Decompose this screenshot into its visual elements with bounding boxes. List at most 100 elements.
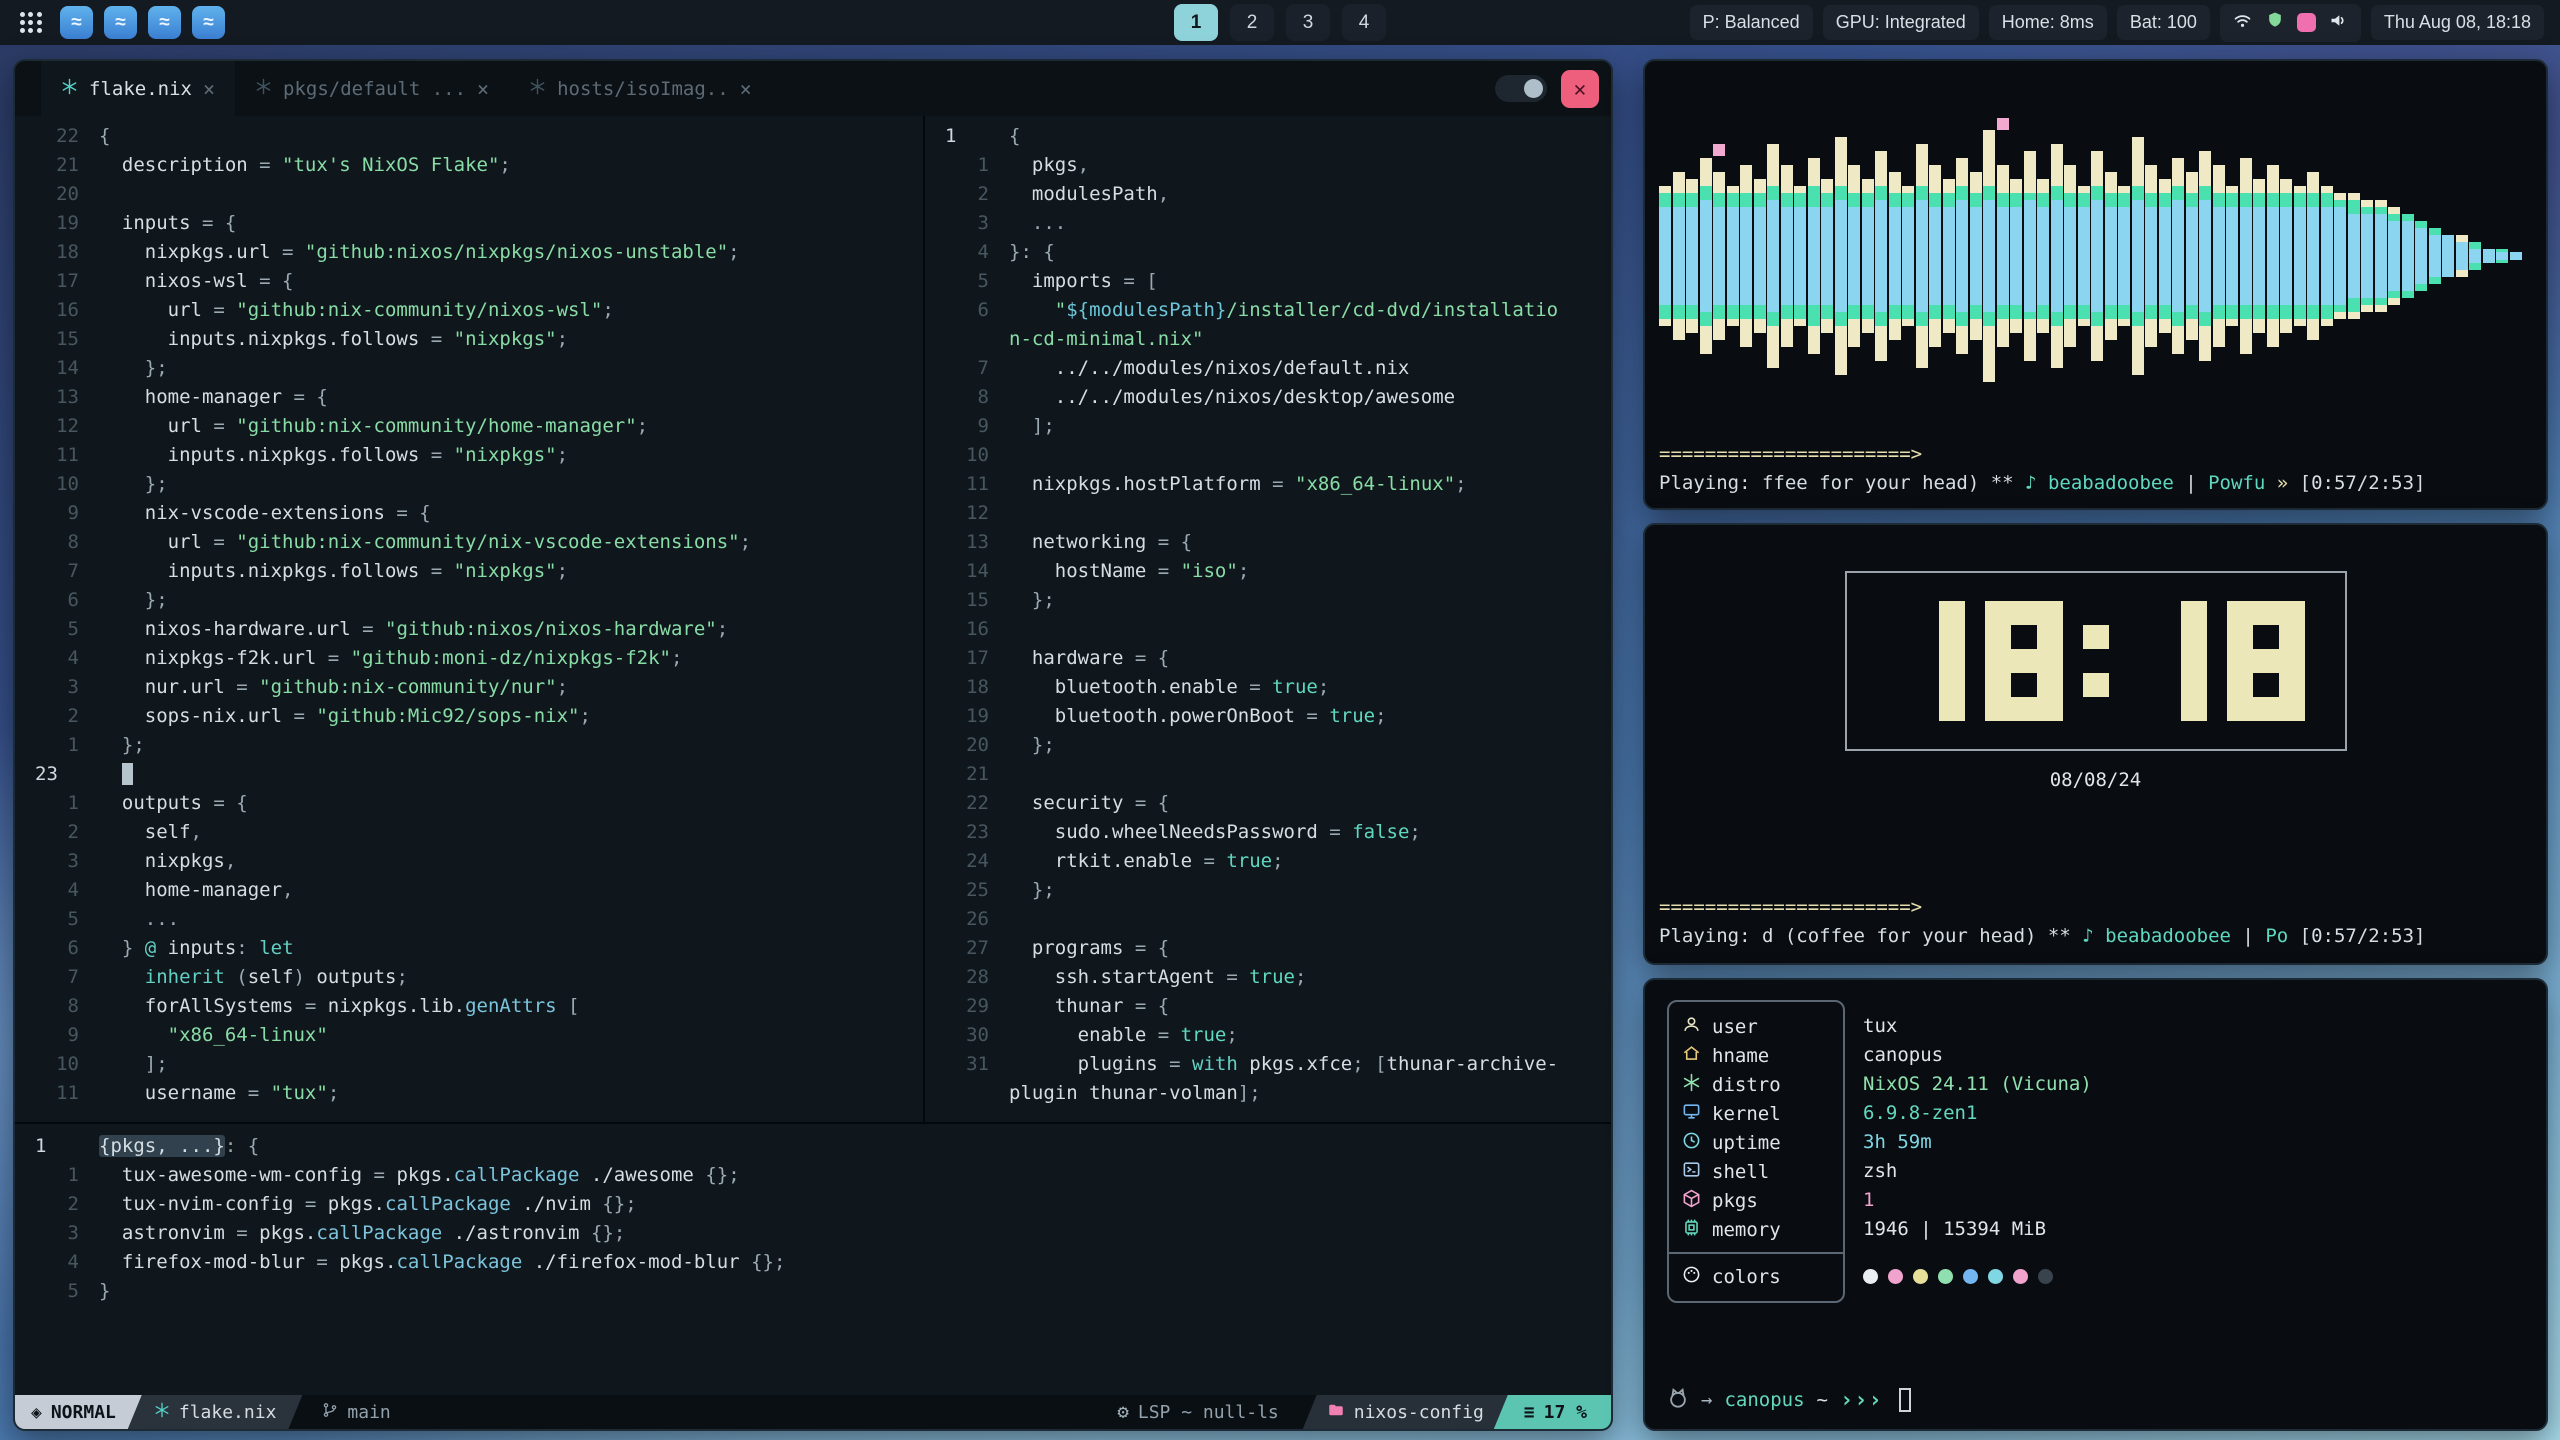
app-icon-1[interactable]: ≈ xyxy=(60,6,93,39)
code-line: 25 }; xyxy=(943,876,1611,905)
viz-accent-pixel xyxy=(1713,144,1725,156)
tab-close-icon[interactable]: × xyxy=(477,77,489,101)
viz-bar xyxy=(2172,200,2184,312)
user-icon xyxy=(1682,1015,1701,1039)
code-line: 22 security = { xyxy=(943,789,1611,818)
fetch-row-memory: memory xyxy=(1669,1215,1843,1244)
branch-icon xyxy=(322,1402,338,1423)
window-controls: ✕ xyxy=(1495,70,1599,108)
code-line: 1{pkgs, ...}: { xyxy=(33,1132,1611,1161)
terminal-cursor xyxy=(1899,1388,1911,1412)
workspace-tag-1[interactable]: 1 xyxy=(1174,4,1218,41)
code-line: 21 description = "tux's NixOS Flake"; xyxy=(33,151,923,180)
project-indicator: nixos-config xyxy=(1303,1395,1508,1429)
wifi-icon[interactable] xyxy=(2232,10,2253,36)
branch-label: main xyxy=(347,1402,390,1423)
code-line: 17 hardware = { xyxy=(943,644,1611,673)
nix-snowflake-icon xyxy=(529,78,546,100)
toggle-switch[interactable] xyxy=(1495,75,1547,102)
viz-bar xyxy=(2496,252,2508,260)
desktop: ≈ ≈ ≈ ≈ 1 2 3 4 P: Balanced GPU: Integra… xyxy=(0,0,2560,1440)
code-line: 13 home-manager = { xyxy=(33,383,923,412)
audio-visualizer xyxy=(1659,71,2532,440)
viz-bar xyxy=(2064,207,2076,305)
viz-bar xyxy=(1929,207,1941,305)
package-icon xyxy=(1682,1189,1701,1213)
app-icon-3[interactable]: ≈ xyxy=(148,6,181,39)
statusline-file: flake.nix xyxy=(128,1395,303,1429)
viz-bar xyxy=(2186,207,2198,305)
code-line: 10 ]; xyxy=(33,1050,923,1079)
tab-pkgs-default[interactable]: pkgs/default ... × xyxy=(235,61,509,116)
viz-bar xyxy=(1727,207,1739,305)
mode-icon: ◈ xyxy=(31,1402,42,1423)
code-line: 31 plugins = with pkgs.xfce; [thunar-arc… xyxy=(943,1050,1611,1079)
code-line: 19 bluetooth.powerOnBoot = true; xyxy=(943,702,1611,731)
viz-bar xyxy=(1889,207,1901,305)
fetch-value-memory: 1946 | 15394 MiB xyxy=(1863,1215,2092,1244)
viz-bar xyxy=(1983,200,1995,312)
home-latency-status: Home: 8ms xyxy=(1989,5,2107,40)
fetch-value-kernel: 6.9.8-zen1 xyxy=(1863,1099,2092,1128)
code-line: 3 ... xyxy=(943,209,1611,238)
viz-bar xyxy=(1754,207,1766,305)
viz-bar xyxy=(2253,207,2265,305)
shell-prompt[interactable]: → canopus ~ ››› xyxy=(1667,1385,2524,1415)
now-playing-line: Playing: ffee for your head) ** ♪ beabad… xyxy=(1659,469,2532,498)
close-window-button[interactable]: ✕ xyxy=(1561,70,1599,108)
workspace-tag-4[interactable]: 4 xyxy=(1342,4,1386,41)
now-playing-line: Playing: d (coffee for your head) ** ♪ b… xyxy=(1659,922,2532,951)
color-picker-icon[interactable] xyxy=(2297,13,2316,32)
shield-icon[interactable] xyxy=(2265,10,2285,35)
fetch-row-distro: distro xyxy=(1669,1070,1843,1099)
taskbar-app-icons: ≈ ≈ ≈ ≈ xyxy=(60,6,225,39)
clock-digit xyxy=(2083,601,2109,721)
fetch-row-hname: hname xyxy=(1669,1041,1843,1070)
viz-bar xyxy=(1970,207,1982,305)
workspace-tag-2[interactable]: 2 xyxy=(1230,4,1274,41)
code-line: 3 astronvim = pkgs.callPackage ./astronv… xyxy=(33,1219,1611,1248)
speaker-icon[interactable] xyxy=(2328,10,2349,36)
color-dot xyxy=(2038,1269,2053,1284)
code-line: 22{ xyxy=(33,122,923,151)
viz-bar xyxy=(2388,221,2400,291)
clock-digit xyxy=(1887,601,1965,721)
pane-pkgs-default: 1{pkgs, ...}: {1 tux-awesome-wm-config =… xyxy=(15,1122,1611,1395)
color-dot xyxy=(1988,1269,2003,1284)
viz-bar xyxy=(2294,207,2306,305)
clock-date: 08/08/24 xyxy=(1659,769,2532,791)
code-line: plugin thunar-volman]; xyxy=(943,1079,1611,1108)
viz-bar xyxy=(1794,207,1806,305)
color-dot xyxy=(1888,1269,1903,1284)
viz-bar xyxy=(1713,207,1725,305)
code-line: 8 url = "github:nix-community/nix-vscode… xyxy=(33,528,923,557)
fetch-row-user: user xyxy=(1669,1012,1843,1041)
tab-close-icon[interactable]: × xyxy=(740,77,752,101)
app-launcher-grid-icon[interactable] xyxy=(20,12,42,34)
viz-bar xyxy=(2415,228,2427,284)
tab-close-icon[interactable]: × xyxy=(203,77,215,101)
tab-label: flake.nix xyxy=(89,78,192,100)
viz-bar xyxy=(2118,207,2130,305)
nix-snowflake-icon xyxy=(255,78,272,100)
code-line: 29 thunar = { xyxy=(943,992,1611,1021)
color-dot xyxy=(1913,1269,1928,1284)
viz-bar xyxy=(2010,207,2022,305)
viz-bar xyxy=(2226,207,2238,305)
fetch-value-uptime: 3h 59m xyxy=(1863,1128,2092,1157)
tab-flake-nix[interactable]: flake.nix × xyxy=(41,61,235,116)
code-line: 1 outputs = { xyxy=(33,789,923,818)
tab-hosts-isoimage[interactable]: hosts/isoImag.. × xyxy=(509,61,772,116)
fetch-divider xyxy=(1669,1252,1843,1254)
code-line: 5 ... xyxy=(33,905,923,934)
chip-icon xyxy=(1682,1218,1701,1242)
code-line: 6 } @ inputs: let xyxy=(33,934,923,963)
app-icon-2[interactable]: ≈ xyxy=(104,6,137,39)
code-line: 2 self, xyxy=(33,818,923,847)
code-line: n-cd-minimal.nix" xyxy=(943,325,1611,354)
app-icon-4[interactable]: ≈ xyxy=(192,6,225,39)
workspace-tag-3[interactable]: 3 xyxy=(1286,4,1330,41)
viz-bar xyxy=(2037,207,2049,305)
code-line: 2 tux-nvim-config = pkgs.callPackage ./n… xyxy=(33,1190,1611,1219)
code-line: 11 username = "tux"; xyxy=(33,1079,923,1108)
